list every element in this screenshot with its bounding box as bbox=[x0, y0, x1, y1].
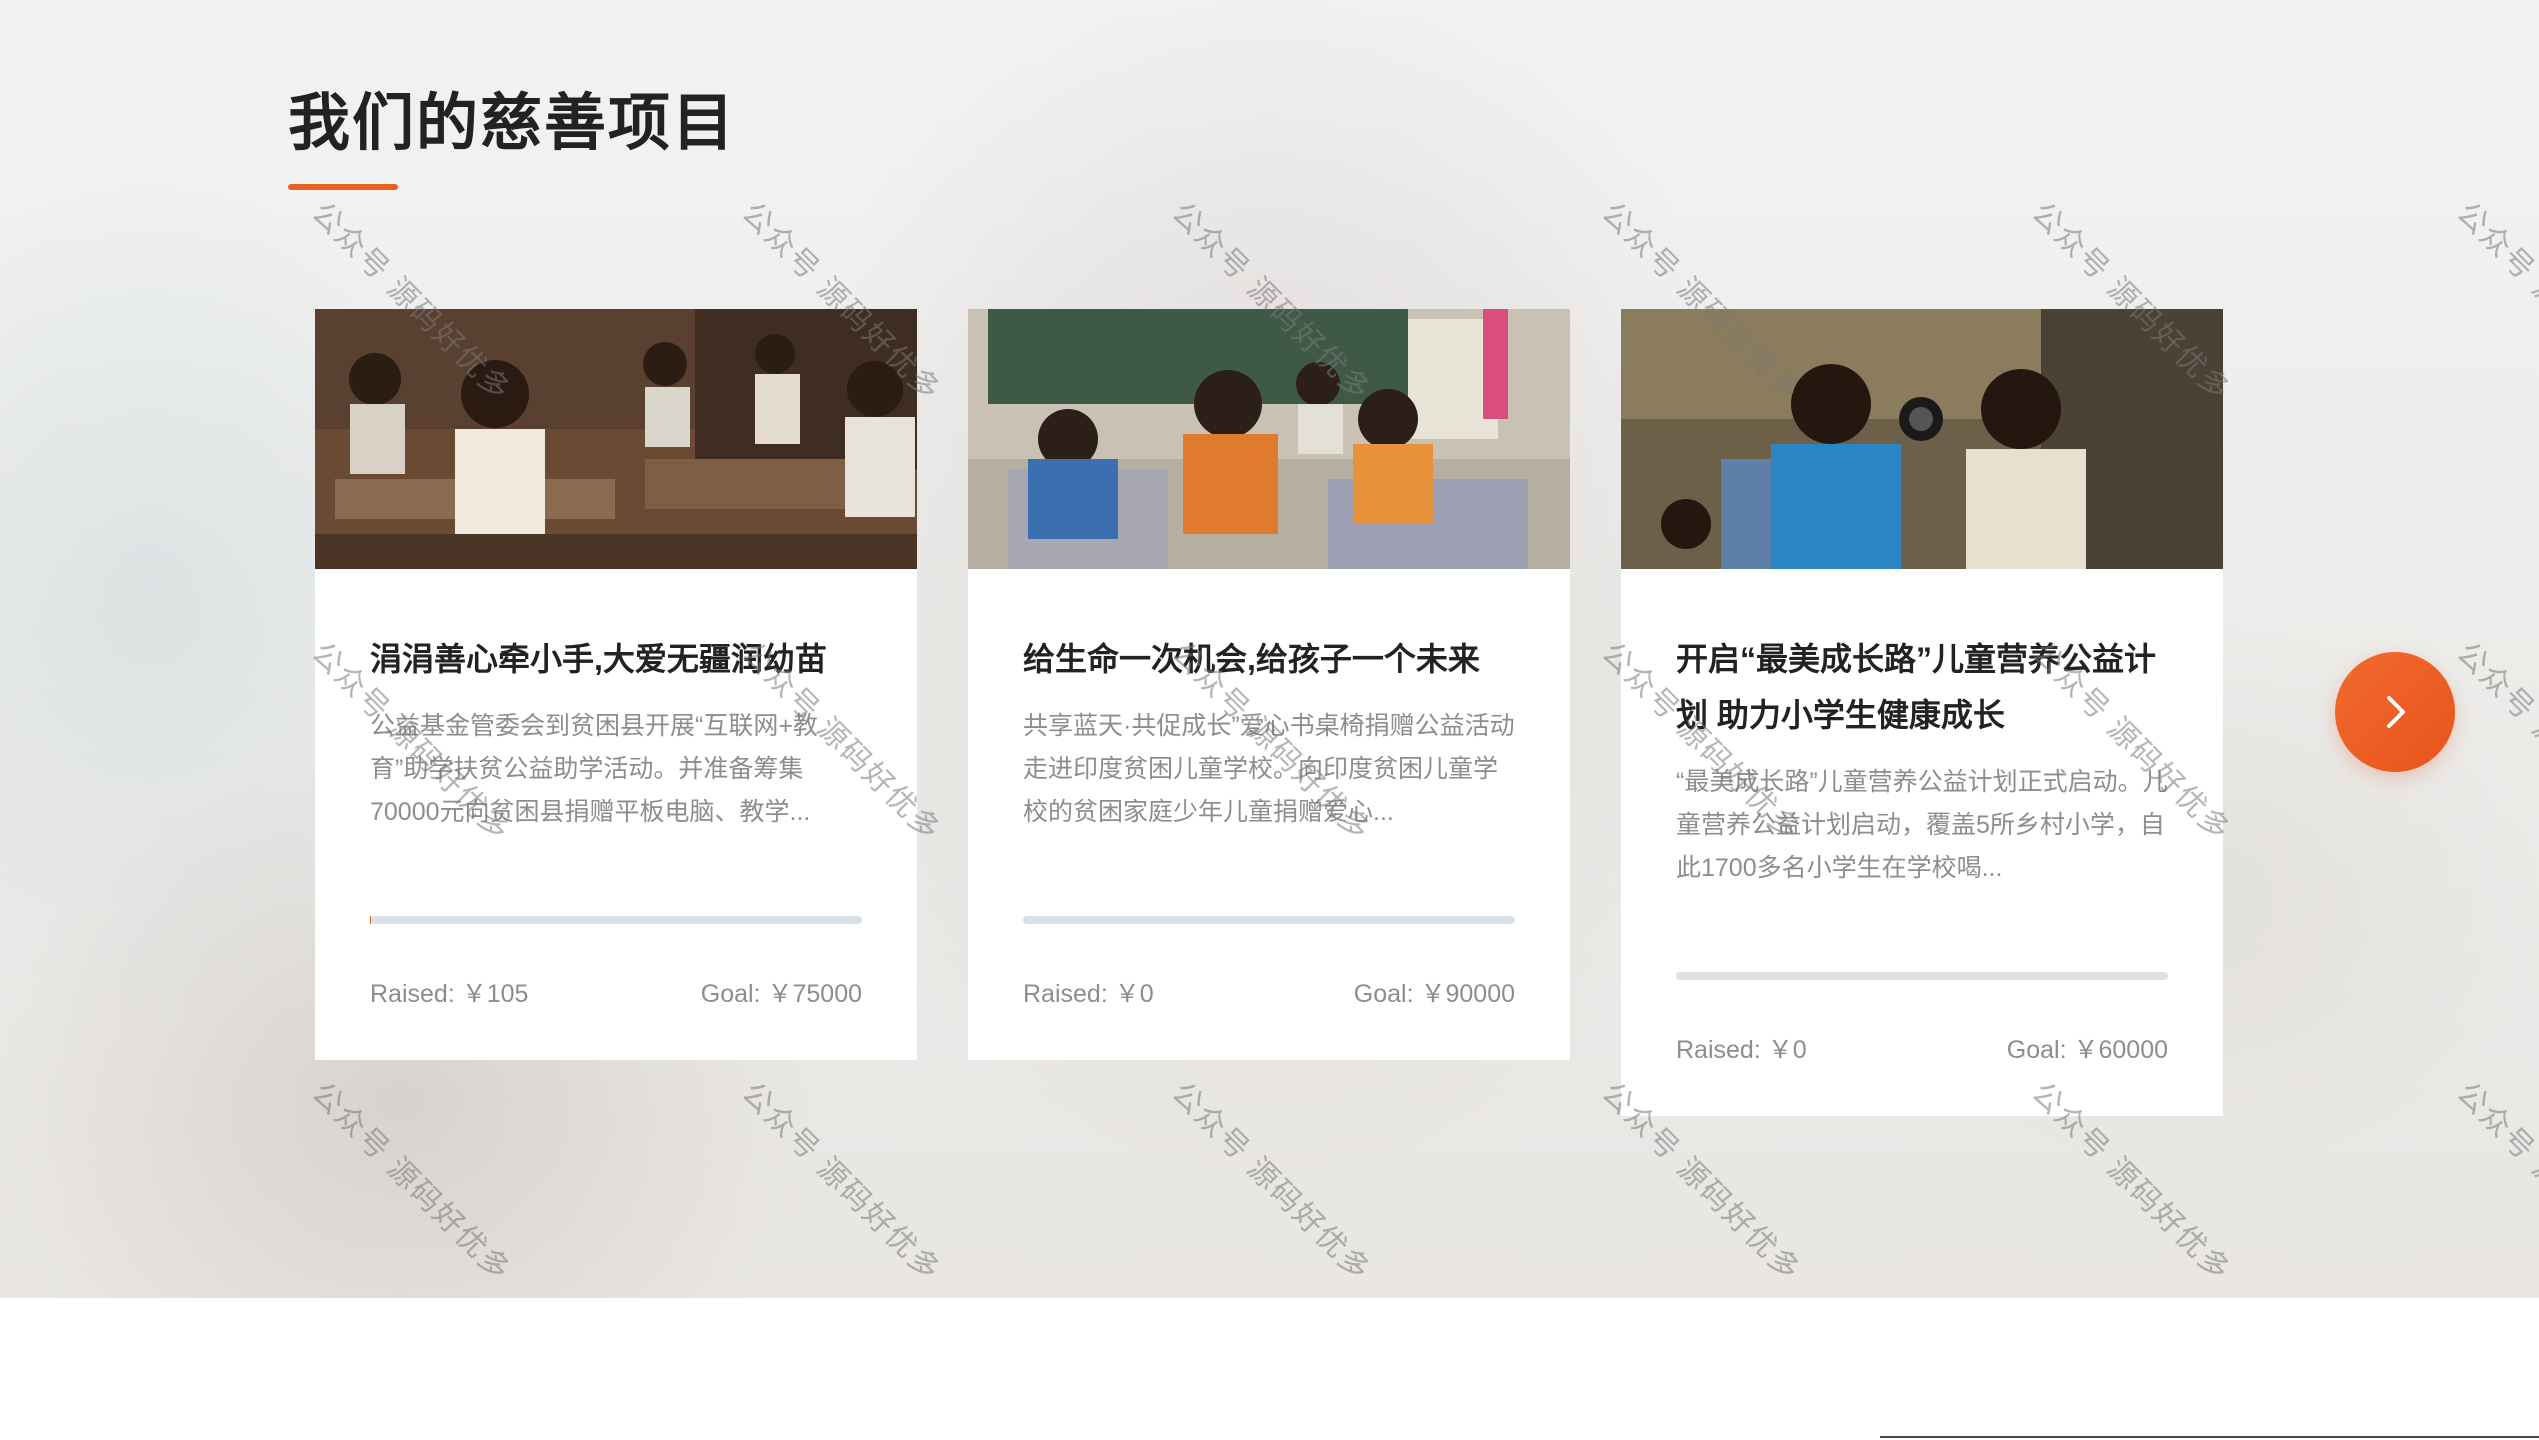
project-description: 共享蓝天·共促成长”爱心书桌椅捐赠公益活动走进印度贫困儿童学校。向印度贫困儿童学… bbox=[1023, 712, 1515, 826]
goal-amount: Goal: ￥60000 bbox=[2006, 1036, 2168, 1064]
goal-amount: Goal: ￥90000 bbox=[1353, 980, 1515, 1008]
progress-bar bbox=[370, 916, 862, 924]
project-description: “最美成长路”儿童营养公益计划正式启动。儿童营养公益计划启动，覆盖5所乡村小学，… bbox=[1676, 768, 2168, 882]
progress-bar bbox=[1023, 916, 1515, 924]
project-photo-classroom bbox=[315, 309, 917, 569]
raised-amount: Raised: ￥105 bbox=[370, 980, 529, 1008]
project-title[interactable]: 开启“最美成长路”儿童营养公益计划 助力小学生健康成长 bbox=[1676, 631, 2168, 743]
project-title[interactable]: 涓涓善心牵小手,大爱无疆润幼苗 bbox=[370, 631, 862, 687]
progress-fill bbox=[370, 916, 371, 924]
section-title: 我们的慈善项目 bbox=[288, 89, 737, 158]
project-description: 公益基金管委会到贫困县开展“互联网+教育”助学扶贫公益助学活动。并准备筹集700… bbox=[370, 712, 818, 826]
title-underline bbox=[288, 184, 398, 190]
project-photo-school-children bbox=[968, 309, 1570, 569]
goal-amount: Goal: ￥75000 bbox=[700, 980, 862, 1008]
project-card-2[interactable]: 给生命一次机会,给孩子一个未来 共享蓝天·共促成长”爱心书桌椅捐赠公益活动走进印… bbox=[968, 309, 1570, 1060]
raised-amount: Raised: ￥0 bbox=[1023, 980, 1154, 1008]
raised-amount: Raised: ￥0 bbox=[1676, 1036, 1807, 1064]
carousel-next-button[interactable] bbox=[2335, 652, 2455, 772]
project-card-1[interactable]: 涓涓善心牵小手,大爱无疆润幼苗 公益基金管委会到贫困县开展“互联网+教育”助学扶… bbox=[315, 309, 917, 1060]
project-title[interactable]: 给生命一次机会,给孩子一个未来 bbox=[1023, 631, 1515, 687]
project-photo-boys-camera bbox=[1621, 309, 2223, 569]
chevron-right-icon bbox=[2387, 696, 2405, 728]
project-card-3[interactable]: 开启“最美成长路”儿童营养公益计划 助力小学生健康成长 “最美成长路”儿童营养公… bbox=[1621, 309, 2223, 1116]
progress-bar bbox=[1676, 972, 2168, 980]
divider-line bbox=[1880, 1436, 2539, 1438]
